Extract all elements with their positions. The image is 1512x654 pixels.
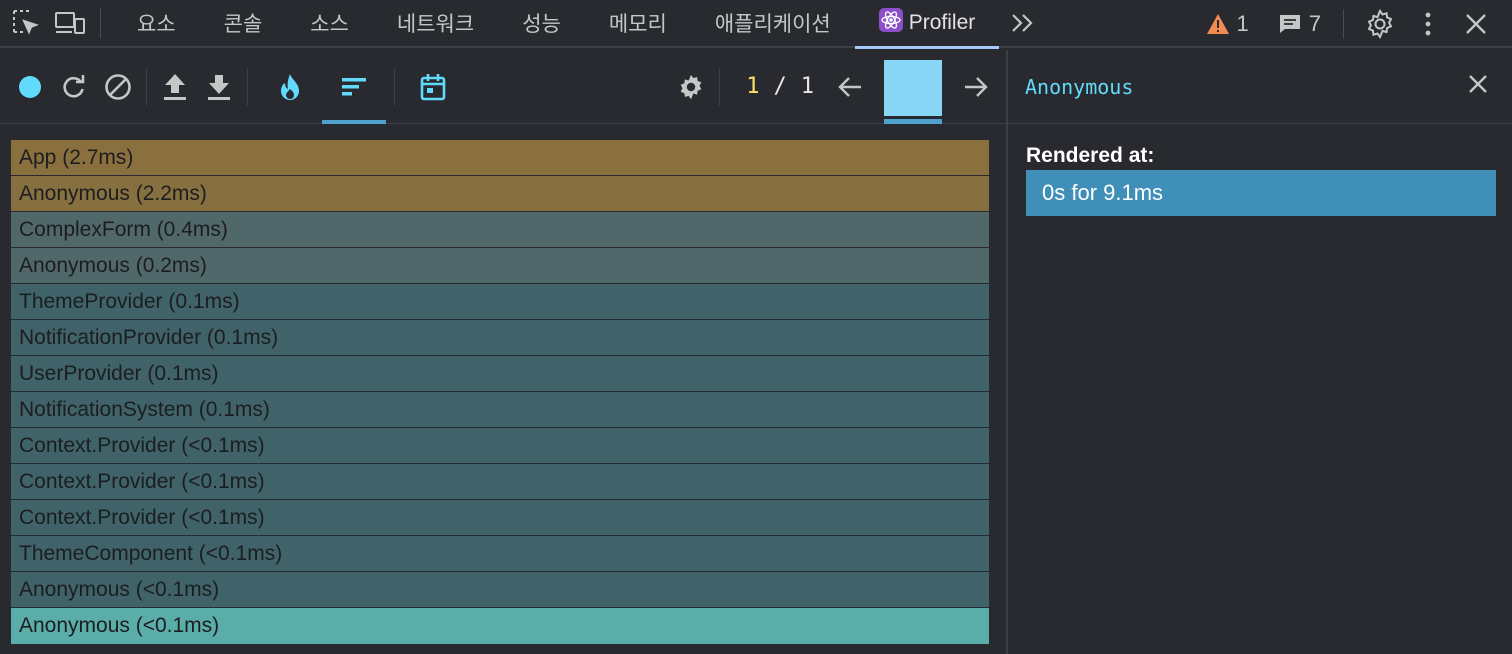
download-icon <box>208 74 230 100</box>
chart-row[interactable]: ComplexForm (0.4ms) <box>11 212 989 248</box>
divider <box>100 8 101 38</box>
tab-elements[interactable]: 요소 <box>113 0 200 47</box>
device-toolbar-icon[interactable] <box>52 5 88 41</box>
tab-profiler-label: Profiler <box>908 11 976 34</box>
chart-row[interactable]: Context.Provider (<0.1ms) <box>11 428 989 464</box>
react-logo-icon <box>878 8 903 38</box>
close-icon <box>1469 75 1487 93</box>
tab-memory[interactable]: 메모리 <box>585 0 691 47</box>
chart-row[interactable]: Anonymous (0.2ms) <box>11 248 989 284</box>
commit-bar[interactable] <box>884 59 942 116</box>
component-details-panel: Anonymous Rendered at: 0s for 9.1ms <box>1006 50 1512 654</box>
chart-row-selected[interactable]: Anonymous (<0.1ms) <box>11 608 989 644</box>
reload-icon <box>63 74 85 98</box>
tab-network[interactable]: 네트워크 <box>373 0 498 47</box>
chart-row[interactable]: Context.Provider (<0.1ms) <box>11 500 989 536</box>
flamegraph-view-button[interactable] <box>268 50 312 124</box>
clear-profiling-button[interactable] <box>96 50 140 124</box>
timeline-view-button[interactable] <box>411 50 455 124</box>
gear-icon <box>680 74 702 99</box>
ranked-chart-icon <box>342 77 366 95</box>
double-chevron-right-icon <box>1012 14 1033 32</box>
load-profile-button[interactable] <box>153 50 197 124</box>
chart-row[interactable]: ThemeProvider (0.1ms) <box>11 284 989 320</box>
messages-count: 7 <box>1308 11 1321 36</box>
divider <box>1343 9 1344 39</box>
chart-row[interactable]: NotificationProvider (0.1ms) <box>11 320 989 356</box>
tab-application[interactable]: 애플리케이션 <box>691 0 855 47</box>
upload-icon <box>164 73 186 100</box>
tab-profiler[interactable]: Profiler <box>854 0 1000 49</box>
next-commit-button[interactable] <box>954 50 998 124</box>
save-profile-button[interactable] <box>197 50 241 124</box>
chart-row[interactable]: App (2.7ms) <box>11 140 989 176</box>
previous-commit-button[interactable] <box>828 50 872 124</box>
ranked-view-button[interactable] <box>322 50 386 124</box>
message-icon <box>1279 15 1300 33</box>
tab-sources[interactable]: 소스 <box>286 0 373 47</box>
close-devtools-icon[interactable] <box>1458 6 1494 42</box>
arrow-right-icon <box>965 76 988 97</box>
chart-row[interactable]: Anonymous (2.2ms) <box>11 176 989 212</box>
chart-row[interactable]: ThemeComponent (<0.1ms) <box>11 536 989 572</box>
rendered-at-item[interactable]: 0s for 9.1ms <box>1026 170 1496 216</box>
close-details-button[interactable] <box>1466 72 1490 101</box>
devtools-tabbar: 요소 콘솔 소스 네트워크 성능 메모리 애플리케이션 Profiler 1 7 <box>0 0 1512 49</box>
rendered-at-label: Rendered at: <box>1026 144 1155 167</box>
clear-icon <box>105 73 131 100</box>
messages-counter[interactable]: 7 <box>1267 11 1331 37</box>
flame-icon <box>281 73 299 100</box>
commit-selected-indicator <box>884 118 942 124</box>
toolbar-right: 1 7 <box>1195 0 1512 48</box>
settings-gear-icon[interactable] <box>1362 6 1398 42</box>
tab-console[interactable]: 콘솔 <box>200 0 287 47</box>
profiler-toolbar: 1 / 1 <box>0 50 1006 124</box>
commit-navigation: 1 / 1 <box>669 50 1006 124</box>
record-button[interactable] <box>8 50 52 124</box>
tab-performance[interactable]: 성능 <box>498 0 585 47</box>
ranked-chart: App (2.7ms) Anonymous (2.2ms) ComplexFor… <box>11 140 989 644</box>
commit-separator: / <box>773 74 787 99</box>
commit-index: 1 <box>746 74 760 99</box>
chart-row[interactable]: NotificationSystem (0.1ms) <box>11 392 989 428</box>
divider <box>719 67 721 106</box>
profiler-settings-button[interactable] <box>669 50 713 124</box>
kebab-menu-icon[interactable] <box>1410 6 1446 42</box>
divider <box>394 67 395 106</box>
warnings-count: 1 <box>1236 11 1249 36</box>
commit-bar-chart[interactable] <box>884 50 942 124</box>
commit-total: 1 <box>800 74 814 99</box>
warnings-counter[interactable]: 1 <box>1195 11 1259 37</box>
more-tabs-button[interactable] <box>999 11 1047 35</box>
chart-row[interactable]: UserProvider (0.1ms) <box>11 356 989 392</box>
chart-row[interactable]: Anonymous (<0.1ms) <box>11 572 989 608</box>
chart-row[interactable]: Context.Provider (<0.1ms) <box>11 464 989 500</box>
arrow-left-icon <box>838 76 861 97</box>
reload-and-profile-button[interactable] <box>52 50 96 124</box>
calendar-icon <box>420 73 446 100</box>
warning-icon <box>1206 14 1229 34</box>
details-header: Anonymous <box>1008 50 1512 124</box>
inspect-element-icon[interactable] <box>8 5 44 41</box>
divider <box>146 67 147 106</box>
record-icon <box>19 75 41 98</box>
selected-component-name: Anonymous <box>1025 74 1134 99</box>
panel-tabs: 요소 콘솔 소스 네트워크 성능 메모리 애플리케이션 Profiler <box>113 0 1000 49</box>
divider <box>247 67 248 106</box>
